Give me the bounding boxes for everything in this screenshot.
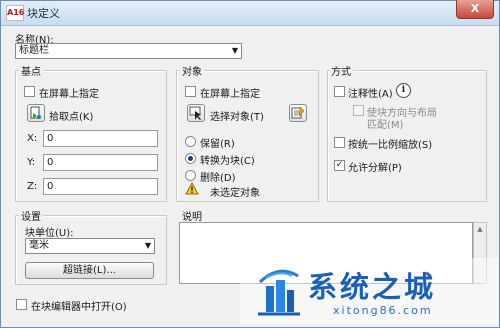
objects-specify-on-screen-checkbox[interactable] [185,86,196,97]
close-button[interactable]: X [456,0,494,19]
open-in-block-editor-checkbox[interactable] [16,299,27,310]
info-icon[interactable]: i [396,83,411,98]
match-orientation-checkbox[interactable] [353,105,364,116]
block-unit-combobox[interactable]: 毫米 ▼ [25,238,155,254]
x-input[interactable]: 0 [43,130,158,147]
annotative-checkbox[interactable] [334,86,345,97]
quick-select-icon [291,106,305,119]
quick-select-button[interactable] [289,104,307,122]
base-specify-on-screen-label: 在屏幕上指定 [39,89,99,100]
pick-point-label: 拾取点(K) [49,112,94,123]
select-objects-icon [189,106,201,120]
objects-specify-on-screen-label: 在屏幕上指定 [200,89,260,100]
no-objects-selected-status: 未选定对象 [210,188,260,199]
pick-point-button[interactable] [27,104,45,122]
chevron-down-icon[interactable]: ▼ [232,44,238,58]
select-objects-label: 选择对象(T) [210,112,264,123]
retain-radio[interactable] [185,136,196,147]
name-combobox[interactable]: 标题栏 ▼ [15,43,242,59]
retain-label: 保留(R) [200,139,235,150]
y-input[interactable]: 0 [43,154,158,171]
chevron-down-icon[interactable]: ▼ [145,239,151,253]
base-point-title: 基点 [19,63,43,78]
z-label: Z: [27,181,38,192]
convert-to-block-radio[interactable] [185,153,196,164]
name-value: 标题栏 [19,45,49,56]
warning-icon [185,182,199,195]
z-input[interactable]: 0 [43,178,158,195]
x-label: X: [27,133,38,144]
base-specify-on-screen-checkbox[interactable] [24,86,35,97]
window-title: 块定义 [27,7,60,20]
convert-to-block-label: 转换为块(C) [200,156,255,167]
match-orientation-label-line2: 匹配(M) [367,120,404,131]
y-label: Y: [27,157,36,168]
autocad-app-icon: A16 [6,5,24,21]
watermark-title: 系统之城 [308,270,437,304]
scroll-up-icon[interactable]: ▲ [474,223,486,235]
allow-exploding-label: 允许分解(P) [348,163,402,174]
hyperlink-button[interactable]: 超链接(L)... [25,262,154,279]
block-unit-value: 毫米 [29,240,49,251]
watermark-url: xitong86.com [333,304,433,317]
open-in-block-editor-label: 在块编辑器中打开(O) [31,302,127,313]
select-objects-button[interactable] [187,104,205,122]
scale-uniformly-checkbox[interactable] [334,137,345,148]
annotative-label: 注释性(A) [348,89,393,100]
title-bar [1,1,499,26]
watermark-logo-icon [258,269,300,316]
scale-uniformly-label: 按统一比例缩放(S) [348,140,433,151]
delete-label: 删除(D) [200,173,236,184]
objects-title: 对象 [180,63,204,78]
behavior-title: 方式 [329,63,353,78]
pick-point-icon [30,106,41,119]
block-unit-label: 块单位(U): [25,228,74,239]
allow-exploding-checkbox[interactable]: ✓ [334,160,345,171]
description-title: 说明 [180,208,204,223]
delete-radio[interactable] [185,170,196,181]
settings-title: 设置 [19,208,43,223]
